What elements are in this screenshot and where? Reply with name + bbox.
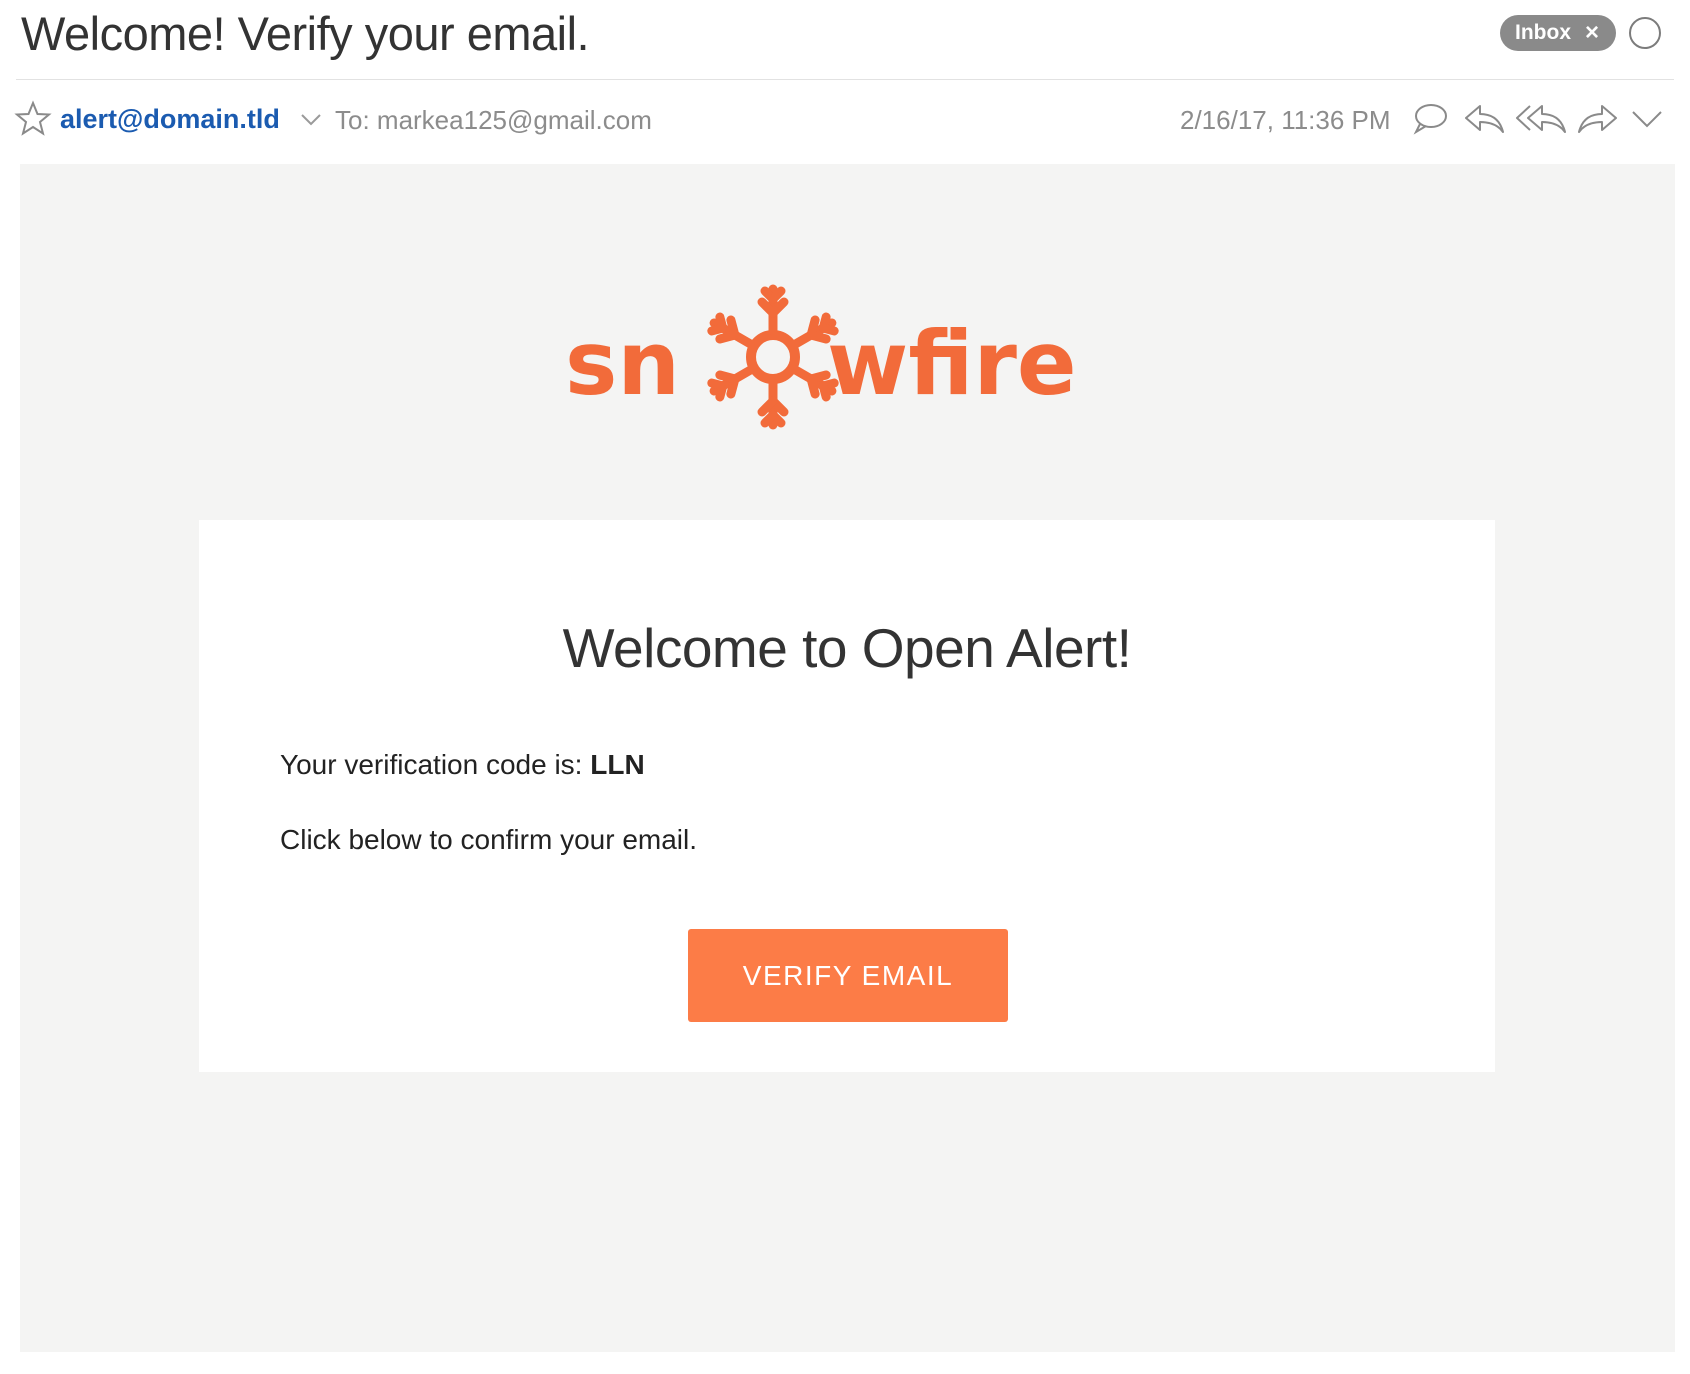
verification-code-label: Your verification code is:	[280, 749, 591, 780]
inbox-label-text: Inbox	[1515, 21, 1571, 44]
reply-comment-icon[interactable]	[1412, 100, 1448, 136]
star-icon[interactable]	[14, 100, 52, 138]
message-header: alert@domain.tld To: markea125@gmail.com…	[0, 90, 1690, 150]
email-card: Welcome to Open Alert! Your verification…	[199, 520, 1495, 1072]
read-status-toggle[interactable]	[1629, 17, 1661, 49]
forward-icon[interactable]	[1576, 100, 1620, 136]
more-chevron-icon[interactable]	[1630, 100, 1664, 136]
svg-text:sn: sn	[565, 312, 680, 415]
verification-code-line: Your verification code is: LLN	[280, 749, 645, 781]
svg-text:wfire: wfire	[827, 312, 1077, 415]
reply-all-icon[interactable]	[1514, 100, 1568, 136]
inbox-label-badge[interactable]: Inbox ×	[1500, 15, 1616, 51]
divider	[16, 79, 1674, 80]
remove-label-icon[interactable]: ×	[1585, 19, 1599, 47]
sender-address[interactable]: alert@domain.tld	[60, 104, 280, 135]
email-title: Welcome to Open Alert!	[562, 617, 1132, 679]
verify-email-button[interactable]: VERIFY EMAIL	[688, 929, 1008, 1022]
snowfire-logo: sn wfire	[565, 284, 1077, 430]
message-date: 2/16/17, 11:36 PM	[1180, 105, 1391, 135]
email-body: sn wfire Welcome to Open Alert! Your ver…	[20, 164, 1675, 1352]
reply-icon[interactable]	[1462, 100, 1506, 136]
email-subject: Welcome! Verify your email.	[21, 7, 590, 60]
instruction-text: Click below to confirm your email.	[280, 824, 698, 855]
verification-code: LLN	[590, 749, 645, 780]
recipient-line: To: markea125@gmail.com	[335, 105, 652, 135]
subject-row: Welcome! Verify your email. Inbox ×	[0, 0, 1690, 80]
chevron-down-icon[interactable]	[300, 112, 322, 128]
